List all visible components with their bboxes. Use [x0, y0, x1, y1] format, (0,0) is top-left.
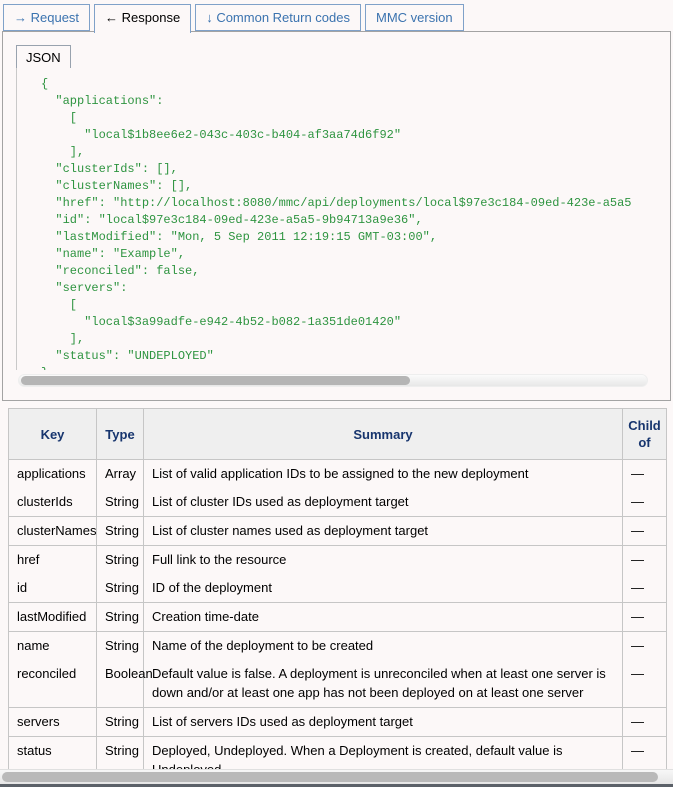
code-line: "status": "UNDEPLOYED" — [41, 348, 654, 365]
code-line: "href": "http://localhost:8080/mmc/api/d… — [41, 195, 654, 212]
cell-type: String — [97, 603, 144, 632]
page-scrollbar-thumb[interactable] — [2, 772, 658, 782]
cell-summary: Name of the deployment to be created — [144, 632, 623, 661]
json-code: { "applications": [ "local$1b8ee6e2-043c… — [16, 68, 654, 370]
tab-json[interactable]: JSON — [16, 45, 71, 68]
table-row: hrefStringFull link to the resource— — [9, 546, 667, 575]
cell-summary: Full link to the resource — [144, 546, 623, 575]
cell-child-of: — — [623, 460, 667, 489]
cell-summary: List of servers IDs used as deployment t… — [144, 708, 623, 737]
cell-summary: Creation time-date — [144, 603, 623, 632]
cell-key: id — [9, 574, 97, 603]
tab-response[interactable]: ← Response — [94, 4, 191, 33]
cell-type: String — [97, 632, 144, 661]
cell-key: lastModified — [9, 603, 97, 632]
cell-type: Boolean — [97, 660, 144, 708]
code-line: "local$1b8ee6e2-043c-403c-b404-af3aa74d6… — [41, 127, 654, 144]
code-horizontal-scrollbar[interactable] — [18, 374, 648, 387]
response-panel: JSON { "applications": [ "local$1b8ee6e2… — [2, 31, 671, 401]
code-line: ], — [41, 144, 654, 161]
cell-child-of: — — [623, 632, 667, 661]
table-row: nameStringName of the deployment to be c… — [9, 632, 667, 661]
cell-key: href — [9, 546, 97, 575]
table-row: clusterNamesStringList of cluster names … — [9, 517, 667, 546]
cell-child-of: — — [623, 708, 667, 737]
cell-type: Array — [97, 460, 144, 489]
tab-mmc-version[interactable]: MMC version — [365, 4, 464, 31]
cell-type: String — [97, 574, 144, 603]
spec-table-body: applicationsArrayList of valid applicati… — [9, 460, 667, 785]
cell-key: applications — [9, 460, 97, 489]
cell-summary: List of valid application IDs to be assi… — [144, 460, 623, 489]
cell-type: String — [97, 546, 144, 575]
code-line: "id": "local$97e3c184-09ed-423e-a5a5-9b9… — [41, 212, 654, 229]
header-summary: Summary — [144, 409, 623, 460]
cell-child-of: — — [623, 660, 667, 708]
cell-key: reconciled — [9, 660, 97, 708]
header-child-of: Child of — [623, 409, 667, 460]
table-row: idStringID of the deployment— — [9, 574, 667, 603]
table-row: lastModifiedStringCreation time-date— — [9, 603, 667, 632]
code-line: [ — [41, 110, 654, 127]
code-line: [ — [41, 297, 654, 314]
cell-summary: ID of the deployment — [144, 574, 623, 603]
cell-child-of: — — [623, 603, 667, 632]
code-line: "name": "Example", — [41, 246, 654, 263]
response-spec-table: Key Type Summary Child of applicationsAr… — [8, 408, 667, 785]
cell-child-of: — — [623, 574, 667, 603]
cell-child-of: — — [623, 546, 667, 575]
code-scrollbar-thumb[interactable] — [21, 376, 410, 385]
table-row: applicationsArrayList of valid applicati… — [9, 460, 667, 489]
cell-key: servers — [9, 708, 97, 737]
code-line: ], — [41, 331, 654, 348]
cell-key: clusterIds — [9, 488, 97, 517]
tab-common-return-codes[interactable]: ↓ Common Return codes — [195, 4, 361, 31]
code-line: } — [41, 365, 654, 370]
cell-summary: List of cluster IDs used as deployment t… — [144, 488, 623, 517]
table-header: Key Type Summary Child of — [9, 409, 667, 460]
code-line: "clusterIds": [], — [41, 161, 654, 178]
code-line: "servers": — [41, 280, 654, 297]
code-line: "local$3a99adfe-e942-4b52-b082-1a351de01… — [41, 314, 654, 331]
cell-child-of: — — [623, 517, 667, 546]
cell-child-of: — — [623, 488, 667, 517]
header-key: Key — [9, 409, 97, 460]
cell-type: String — [97, 517, 144, 546]
code-line: "lastModified": "Mon, 5 Sep 2011 12:19:1… — [41, 229, 654, 246]
page-horizontal-scrollbar[interactable] — [0, 769, 673, 784]
cell-summary: Default value is false. A deployment is … — [144, 660, 623, 708]
cell-key: name — [9, 632, 97, 661]
code-line: "reconciled": false, — [41, 263, 654, 280]
header-type: Type — [97, 409, 144, 460]
code-line: { — [41, 76, 654, 93]
cell-type: String — [97, 708, 144, 737]
code-line: "clusterNames": [], — [41, 178, 654, 195]
cell-key: clusterNames — [9, 517, 97, 546]
doc-tabbar: → Request ← Response ↓ Common Return cod… — [0, 0, 673, 31]
cell-type: String — [97, 488, 144, 517]
code-line: "applications": — [41, 93, 654, 110]
tab-request[interactable]: → Request — [3, 4, 90, 31]
cell-summary: List of cluster names used as deployment… — [144, 517, 623, 546]
table-row: serversStringList of servers IDs used as… — [9, 708, 667, 737]
table-row: clusterIdsStringList of cluster IDs used… — [9, 488, 667, 517]
table-row: reconciledBooleanDefault value is false.… — [9, 660, 667, 708]
